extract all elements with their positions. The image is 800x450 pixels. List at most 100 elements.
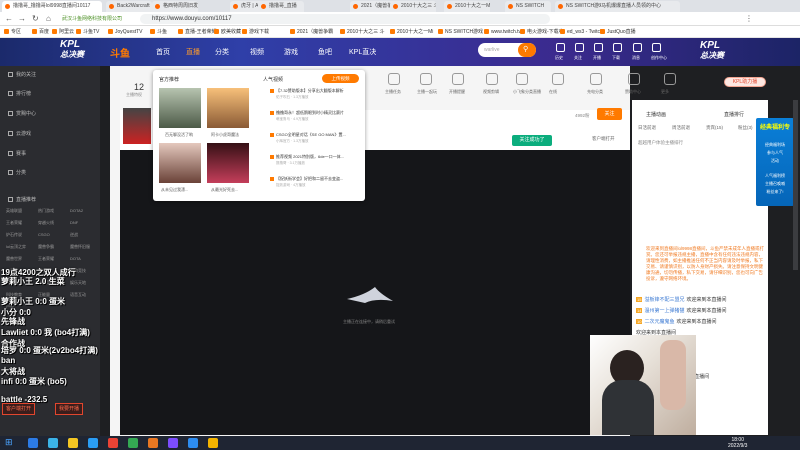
taskbar-app-icon[interactable] (68, 438, 78, 448)
bookmark-item[interactable]: JustQuo直播 (600, 27, 636, 37)
video-list-item[interactable]: 推荐视频 2021特别版，6de一口一体... (276, 154, 366, 160)
toolbar-icon[interactable] (628, 73, 640, 85)
nav-item[interactable]: 分类 (215, 47, 229, 57)
bookmark-item[interactable]: 百度 (32, 27, 49, 37)
search-button[interactable]: ⚲ (518, 43, 536, 57)
bookmark-item[interactable]: 2010十大之一Mi (390, 27, 433, 37)
user-name[interactable]: 温州第一上弹猪猫 (644, 308, 684, 314)
bookmark-item[interactable]: 电火游戏-下载中 (520, 27, 564, 37)
nav-item[interactable]: 直播 (186, 47, 200, 57)
sidebar-item[interactable]: 赏赐中心 (8, 110, 36, 117)
browser-tab[interactable]: Back2Warcraft (106, 1, 152, 12)
taskbar-app-icon[interactable] (28, 438, 38, 448)
nav-item[interactable]: 游戏 (284, 47, 298, 57)
scrollbar[interactable] (793, 100, 798, 270)
video-thumb[interactable] (207, 88, 249, 128)
toolbar-icon[interactable] (452, 73, 464, 85)
forward-icon[interactable]: → (18, 14, 26, 23)
bookmark-item[interactable]: 专区 (4, 27, 21, 37)
sidebar-item[interactable]: 赛事 (8, 150, 26, 157)
bookmark-item[interactable]: 斗鱼 (150, 27, 167, 37)
sidebar-item[interactable]: 我的关注 (8, 71, 36, 78)
tab-active[interactable]: 撸撸哥_撸撸哥lol9998直播间10117 (2, 1, 102, 12)
windows-start-icon[interactable]: ⊞ (5, 437, 13, 448)
nav-item[interactable]: 视频 (250, 47, 264, 57)
bookmark-item[interactable]: 游戏下载 (242, 27, 269, 37)
brand-logo[interactable]: 斗鱼 (110, 45, 130, 60)
streamer-avatar[interactable] (123, 108, 151, 144)
browser-tab[interactable]: 2010十大之三 斗 (390, 1, 436, 12)
toolbar-icon[interactable] (516, 73, 528, 85)
video-list-item[interactable]: 【7.32赞助版本】分享出大翻版本解析 (276, 88, 366, 94)
bookmark-item[interactable]: 2021（魔兽争霸 (290, 27, 333, 37)
browser-tab[interactable]: 格西特周周旧发旧直播用 (152, 1, 198, 12)
taskbar-app-icon[interactable] (188, 438, 198, 448)
sidebar-item[interactable]: 云游戏 (8, 130, 31, 137)
chat-tab-item[interactable]: 日活前退 (638, 125, 656, 131)
browser-tab[interactable]: 撸撸哥_直播 (258, 1, 304, 12)
category-link[interactable]: 穿越火线 (38, 220, 54, 226)
category-link[interactable]: 英雄联盟 (6, 208, 22, 214)
sidebar-item[interactable]: 分类 (8, 169, 26, 176)
toolbar-icon[interactable] (664, 73, 676, 85)
url-field[interactable]: https://www.douyu.com/10117 (140, 14, 550, 24)
follow-button[interactable]: 关注 (597, 108, 622, 120)
category-link[interactable]: DOTA2 (70, 208, 83, 213)
chat-tab-item[interactable]: 粉丝(3) (738, 125, 753, 131)
kpl-right-logo[interactable]: KPL 总决赛 (700, 41, 724, 61)
category-link[interactable]: 逆战 (70, 232, 78, 238)
back-icon[interactable]: ← (5, 14, 13, 23)
header-follow-icon[interactable] (575, 43, 584, 52)
category-link[interactable]: 魔兽世界 (6, 256, 22, 262)
video-list-item[interactable]: 撸撸哥永！超低鹅眼到时小精灵比赛片 (276, 110, 366, 116)
upload-video-button[interactable]: 上传视频 (322, 74, 359, 83)
taskbar-app-icon[interactable] (168, 438, 178, 448)
taskbar-app-icon[interactable] (208, 438, 218, 448)
category-link[interactable]: CSGO (38, 232, 50, 237)
home-icon[interactable]: ⌂ (46, 14, 51, 23)
category-link[interactable]: DNF (70, 220, 78, 225)
video-list-item[interactable]: 【捉妖街学会】好把和二留不去变盗... (276, 176, 366, 182)
menu-icon[interactable]: ⋮ (745, 14, 753, 23)
category-link[interactable]: 炉石传说 (6, 232, 22, 238)
header-creator-icon[interactable] (652, 43, 661, 52)
client-open-button[interactable]: 客户端打开 (2, 403, 36, 415)
bookmark-item[interactable]: www.twitch.tv (484, 27, 521, 37)
go-live-button[interactable]: 我要开播 (55, 403, 84, 415)
reload-icon[interactable]: ↻ (32, 14, 39, 23)
video-list-item[interactable]: CSGO全明星对话《SE GO MAN》置... (276, 132, 366, 138)
header-history-icon[interactable] (556, 43, 565, 52)
client-play-link[interactable]: 客户端打开 (592, 136, 615, 142)
bookmark-item[interactable]: ed_ws3 - Twitch (560, 27, 603, 37)
user-name[interactable]: 溢板锋不配三盟兄 (644, 297, 684, 303)
bookmark-item[interactable]: 2010十大之三 斗 (340, 27, 385, 37)
chat-header-right[interactable]: 直播排行 (724, 111, 744, 118)
toolbar-icon[interactable] (388, 73, 400, 85)
toolbar-icon[interactable] (552, 73, 564, 85)
category-link[interactable]: lol云顶之弈 (6, 244, 26, 250)
chat-header-left[interactable]: 主播动画 (646, 111, 666, 118)
toolbar-icon[interactable] (590, 73, 602, 85)
browser-tab[interactable]: 2010十大之一Mi (444, 1, 490, 12)
sidebar-item[interactable]: 直播推荐 (8, 196, 36, 203)
category-link[interactable]: 热门游戏 (38, 208, 54, 214)
kpl-left-logo[interactable]: KPL 总决赛 (60, 40, 84, 60)
chat-tab-item[interactable]: 周活前退 (672, 125, 690, 131)
bookmark-item[interactable]: 直播-王者荣耀 (178, 27, 217, 37)
taskbar-app-icon[interactable] (48, 438, 58, 448)
toolbar-icon[interactable] (486, 73, 498, 85)
header-message-icon[interactable] (633, 43, 642, 52)
taskbar-app-icon[interactable] (88, 438, 98, 448)
header-download-icon[interactable] (613, 43, 622, 52)
header-live-icon[interactable] (594, 43, 603, 52)
category-link[interactable]: 王者荣耀 (38, 256, 54, 262)
nav-item[interactable]: KPL直决 (349, 47, 376, 57)
bookmark-item[interactable]: NS SWITCH游戏 (438, 27, 483, 37)
nav-item[interactable]: 鱼吧 (318, 47, 332, 57)
kpl-support-button[interactable]: KPL助力播 (724, 77, 766, 87)
video-thumb[interactable] (207, 143, 249, 183)
bookmark-item[interactable]: 斗鱼TV (76, 27, 99, 37)
video-thumb[interactable] (159, 88, 201, 128)
taskbar-app-icon[interactable] (128, 438, 138, 448)
category-link[interactable]: 魔兽争霸 (38, 244, 54, 250)
